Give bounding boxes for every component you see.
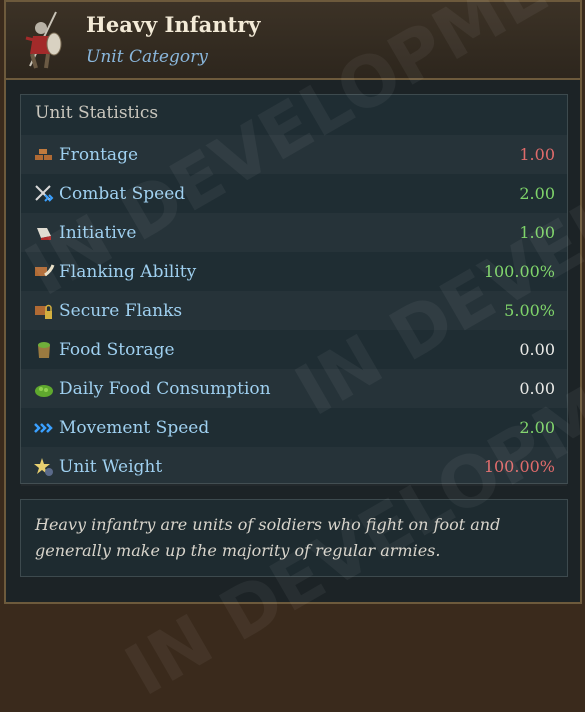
stat-label: Unit Weight (59, 456, 163, 477)
stat-value: 1.00 (519, 223, 555, 242)
subtitle: Unit Category (86, 47, 208, 67)
stat-value: 100.00% (483, 457, 555, 476)
stat-value: 100.00% (483, 262, 555, 281)
description-text: Heavy infantry are units of soldiers who… (35, 515, 501, 560)
frontage-icon (33, 144, 55, 166)
heavy-infantry-icon (16, 10, 70, 70)
stat-row-daily-food-consumption: Daily Food Consumption 0.00 (21, 369, 567, 408)
secure-flanks-icon (33, 300, 55, 322)
stat-value: 1.00 (519, 145, 555, 164)
stat-label: Secure Flanks (59, 300, 183, 321)
initiative-icon (33, 222, 55, 244)
combat-speed-icon (33, 183, 55, 205)
stat-row-movement-speed: Movement Speed 2.00 (21, 408, 567, 447)
stat-value: 0.00 (519, 340, 555, 359)
stat-value: 5.00% (504, 301, 555, 320)
stat-row-initiative: Initiative 1.00 (21, 213, 567, 252)
stat-value: 2.00 (519, 418, 555, 437)
unit-weight-icon (33, 456, 55, 478)
stat-row-secure-flanks: Secure Flanks 5.00% (21, 291, 567, 330)
movement-speed-icon (33, 417, 55, 439)
stat-label: Food Storage (59, 339, 175, 360)
stat-label: Daily Food Consumption (59, 378, 271, 399)
unit-statistics-panel: Unit Statistics Frontage 1.00 Combat Spe… (20, 94, 568, 484)
stat-label: Combat Speed (59, 183, 186, 204)
stat-row-frontage: Frontage 1.00 (21, 135, 567, 174)
stat-row-combat-speed: Combat Speed 2.00 (21, 174, 567, 213)
tooltip-header: Heavy Infantry Unit Category (6, 2, 580, 80)
description-panel: Heavy infantry are units of soldiers who… (20, 499, 568, 577)
stat-label: Frontage (59, 144, 139, 165)
stat-label: Initiative (59, 222, 137, 243)
page-title: Heavy Infantry (86, 12, 261, 37)
stat-value: 0.00 (519, 379, 555, 398)
food-consumption-icon (33, 378, 55, 400)
stat-row-food-storage: Food Storage 0.00 (21, 330, 567, 369)
tooltip-panel: Heavy Infantry Unit Category Unit Statis… (4, 0, 585, 712)
stat-row-unit-weight: Unit Weight 100.00% (21, 447, 567, 486)
flanking-ability-icon (33, 261, 55, 283)
stat-label: Flanking Ability (59, 261, 197, 282)
stats-heading: Unit Statistics (35, 103, 159, 123)
food-storage-icon (33, 339, 55, 361)
stat-label: Movement Speed (59, 417, 210, 438)
stat-row-flanking-ability: Flanking Ability 100.00% (21, 252, 567, 291)
stat-value: 2.00 (519, 184, 555, 203)
